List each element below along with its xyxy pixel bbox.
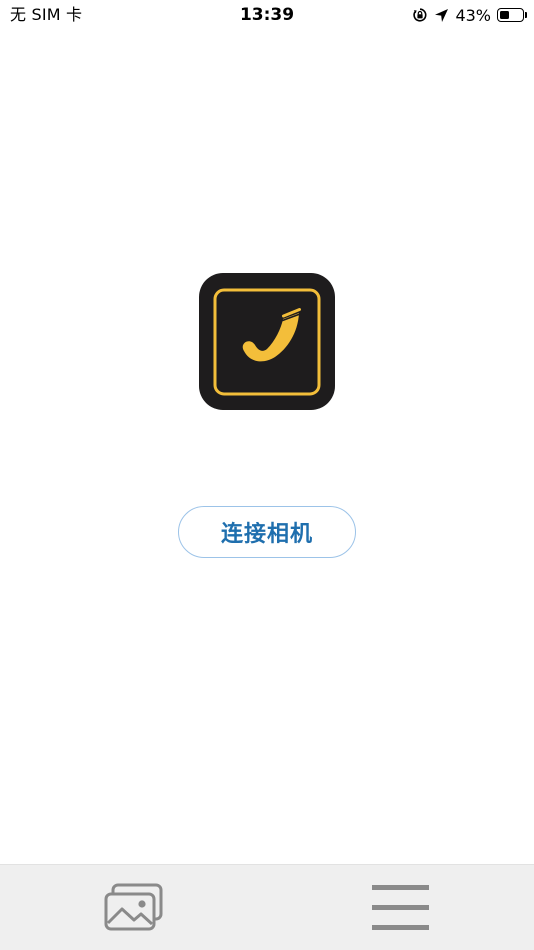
status-bar: 无 SIM 卡 13:39 43% (0, 0, 534, 30)
battery-icon (497, 8, 527, 22)
gallery-icon[interactable] (103, 883, 165, 933)
bottom-tab-bar (0, 864, 534, 950)
app-logo (199, 273, 335, 410)
location-arrow-icon (434, 8, 449, 23)
status-right-group: 43% (412, 4, 527, 26)
connect-camera-button[interactable]: 连接相机 (178, 506, 356, 558)
battery-fill (500, 11, 509, 19)
menu-icon[interactable] (369, 883, 431, 933)
orientation-lock-icon (412, 7, 428, 23)
checkmark-logo-icon (199, 273, 335, 410)
battery-percent: 43% (455, 5, 491, 25)
